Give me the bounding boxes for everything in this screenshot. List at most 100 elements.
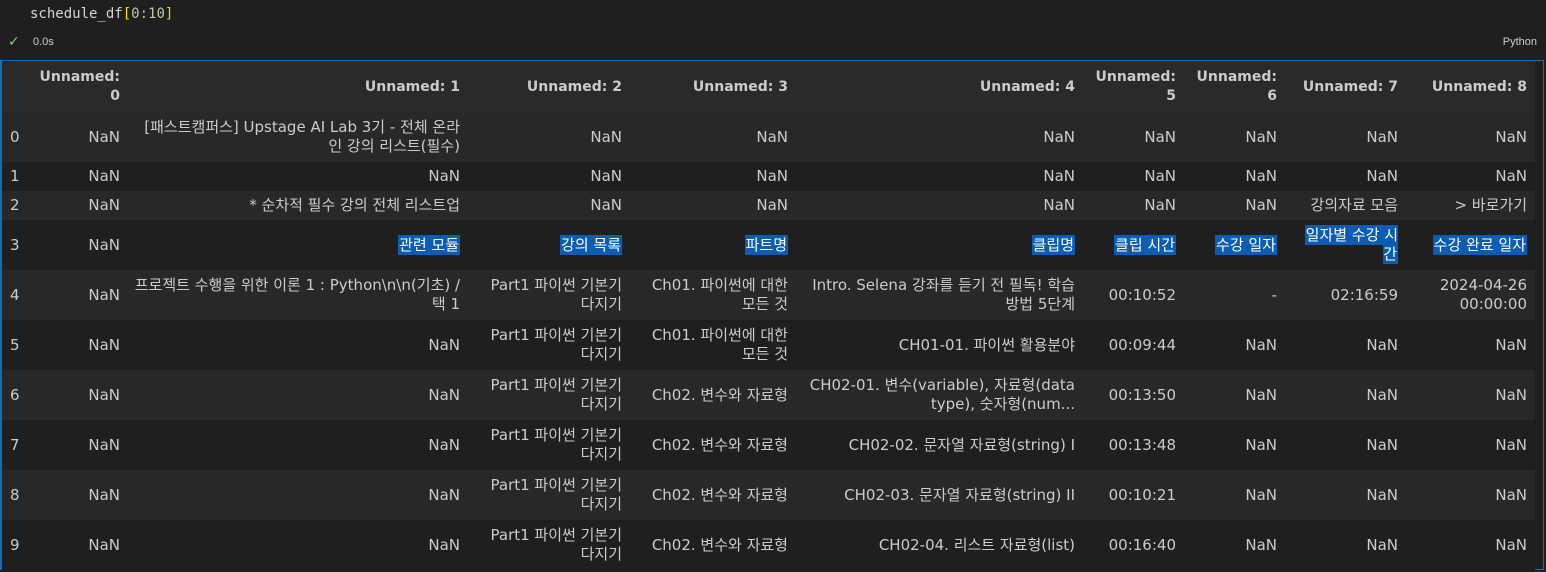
dataframe-table: Unnamed: 0 Unnamed: 1 Unnamed: 2 Unnamed: 3…	[2, 62, 1535, 570]
table-cell: NaN	[796, 191, 1083, 220]
table-cell: NaN	[128, 370, 468, 420]
table-cell: 02:16:59	[1285, 270, 1406, 320]
table-cell: 클립명	[796, 220, 1083, 270]
row-index: 3	[2, 220, 32, 270]
table-header-row: Unnamed: 0 Unnamed: 1 Unnamed: 2 Unnamed: 3…	[2, 62, 1535, 112]
table-cell: Ch01. 파이썬에 대한 모든 것	[630, 320, 796, 370]
table-cell: 2024-04-26 00:00:00	[1406, 270, 1535, 320]
table-cell: NaN	[128, 320, 468, 370]
table-cell: NaN	[1184, 470, 1285, 520]
language-label[interactable]: Python	[1503, 36, 1537, 48]
table-cell: Ch02. 변수와 자료형	[630, 420, 796, 470]
table-cell: NaN	[1285, 370, 1406, 420]
table-cell: 00:09:44	[1083, 320, 1184, 370]
code-range: 0:10	[131, 6, 165, 22]
row-index: 6	[2, 370, 32, 420]
table-cell: NaN	[128, 162, 468, 191]
table-cell: NaN	[1285, 320, 1406, 370]
selected-text: 관련 모듈	[398, 234, 460, 255]
table-cell: NaN	[1083, 191, 1184, 220]
table-cell: NaN	[796, 112, 1083, 162]
selected-text: 일자별 수강 시간	[1304, 225, 1398, 264]
table-cell: 관련 모듈	[128, 220, 468, 270]
table-cell: NaN	[1184, 420, 1285, 470]
table-cell: NaN	[1285, 162, 1406, 191]
table-cell: CH01-01. 파이썬 활용분야	[796, 320, 1083, 370]
table-cell: 프로젝트 수행을 위한 이론 1 : Python\n\n(기초) / 택 1	[128, 270, 468, 320]
table-row: 5 NaN NaN Part1 파이썬 기본기 다지기 Ch01. 파이썬에 대한 모든…	[2, 320, 1535, 370]
table-cell: NaN	[1406, 320, 1535, 370]
table-cell: Part1 파이썬 기본기 다지기	[468, 370, 630, 420]
scrollbar-vertical[interactable]	[1535, 61, 1543, 569]
row-index: 5	[2, 320, 32, 370]
table-cell: Ch02. 변수와 자료형	[630, 370, 796, 420]
table-body: 0 NaN [패스트캠퍼스] Upstage AI Lab 3기 - 전체 온라인 …	[2, 112, 1535, 570]
column-header: Unnamed: 4	[796, 62, 1083, 112]
table-cell: NaN	[1184, 191, 1285, 220]
table-cell: -	[1184, 270, 1285, 320]
row-index: 9	[2, 520, 32, 570]
table-cell: NaN	[32, 520, 128, 570]
column-header: Unnamed: 0	[32, 62, 128, 112]
table-row: 3 NaN 관련 모듈 강의 목록 파트명 클립명 클립 시간 수강 일자 일자별 수강 시간 수…	[2, 220, 1535, 270]
table-row: 0 NaN [패스트캠퍼스] Upstage AI Lab 3기 - 전체 온라인 …	[2, 112, 1535, 162]
table-cell: NaN	[1184, 112, 1285, 162]
execution-time: 0.0s	[33, 36, 54, 48]
table-row: 4 NaN 프로젝트 수행을 위한 이론 1 : Python\n\n(기초) / …	[2, 270, 1535, 320]
table-cell: Intro. Selena 강좌를 듣기 전 필독! 학습 방법 5단계	[796, 270, 1083, 320]
table-cell: CH02-03. 문자열 자료형(string) II	[796, 470, 1083, 520]
table-cell: NaN	[1406, 162, 1535, 191]
table-cell: NaN	[1406, 520, 1535, 570]
row-index: 7	[2, 420, 32, 470]
table-cell: NaN	[468, 162, 630, 191]
code-editor[interactable]: schedule_df[0:10]	[30, 6, 173, 22]
row-index: 8	[2, 470, 32, 520]
table-row: 8 NaN NaN Part1 파이썬 기본기 다지기 Ch02. 변수와 자료형 CH0…	[2, 470, 1535, 520]
table-cell: Ch01. 파이썬에 대한 모든 것	[630, 270, 796, 320]
table-row: 7 NaN NaN Part1 파이썬 기본기 다지기 Ch02. 변수와 자료형 CH0…	[2, 420, 1535, 470]
selected-text: 파트명	[744, 234, 788, 255]
table-cell: NaN	[630, 162, 796, 191]
table-cell: NaN	[32, 220, 128, 270]
table-cell: 00:13:48	[1083, 420, 1184, 470]
column-header: Unnamed: 5	[1083, 62, 1184, 112]
table-cell: NaN	[1285, 112, 1406, 162]
table-cell: 00:13:50	[1083, 370, 1184, 420]
table-cell: NaN	[1406, 420, 1535, 470]
table-cell: 00:16:40	[1083, 520, 1184, 570]
table-cell: NaN	[1184, 320, 1285, 370]
table-cell: NaN	[32, 420, 128, 470]
code-name: schedule_df	[30, 6, 123, 22]
table-cell: NaN	[630, 112, 796, 162]
table-cell: NaN	[32, 470, 128, 520]
table-cell: NaN	[1184, 520, 1285, 570]
table-cell: 수강 일자	[1184, 220, 1285, 270]
table-cell: > 바로가기	[1406, 191, 1535, 220]
table-cell: NaN	[468, 112, 630, 162]
notebook-cell: schedule_df[0:10] ✓ 0.0s Python	[0, 0, 1546, 60]
selected-text: 클립명	[1031, 234, 1075, 255]
table-cell: 강의자료 모음	[1285, 191, 1406, 220]
table-cell: CH02-01. 변수(variable), 자료형(data type), 숫…	[796, 370, 1083, 420]
column-header: Unnamed: 2	[468, 62, 630, 112]
table-cell: NaN	[128, 420, 468, 470]
table-cell: NaN	[32, 191, 128, 220]
table-cell: NaN	[1184, 162, 1285, 191]
column-header: Unnamed: 8	[1406, 62, 1535, 112]
table-cell: NaN	[796, 162, 1083, 191]
table-cell: NaN	[1285, 520, 1406, 570]
table-cell: NaN	[128, 470, 468, 520]
table-cell: NaN	[32, 162, 128, 191]
selected-text: 수강 완료 일자	[1432, 234, 1527, 255]
column-header: Unnamed: 6	[1184, 62, 1285, 112]
table-cell: NaN	[1184, 370, 1285, 420]
table-cell: Part1 파이썬 기본기 다지기	[468, 320, 630, 370]
table-cell: Ch02. 변수와 자료형	[630, 470, 796, 520]
column-header: Unnamed: 7	[1285, 62, 1406, 112]
table-cell: NaN	[1406, 470, 1535, 520]
table-cell: NaN	[468, 191, 630, 220]
check-icon: ✓	[8, 33, 20, 49]
table-cell: 00:10:52	[1083, 270, 1184, 320]
table-cell: CH02-02. 문자열 자료형(string) I	[796, 420, 1083, 470]
table-cell: NaN	[32, 320, 128, 370]
